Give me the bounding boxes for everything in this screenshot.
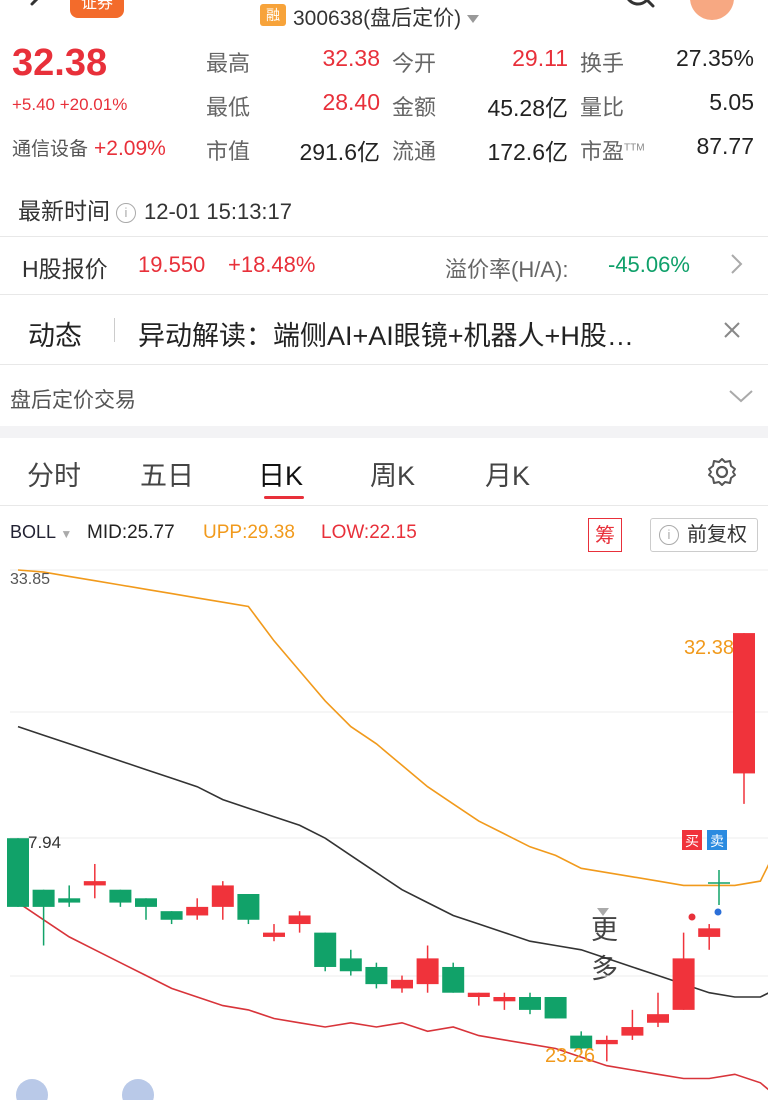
post-trade-label[interactable]: 盘后定价交易 bbox=[10, 384, 136, 414]
candle-body bbox=[83, 881, 106, 886]
back-arrow-icon[interactable] bbox=[24, 0, 48, 14]
broker-badge[interactable]: 证券 bbox=[70, 0, 124, 18]
boll-mid: MID:25.77 bbox=[87, 522, 175, 543]
search-icon[interactable] bbox=[622, 0, 658, 16]
boll-lower-line bbox=[17, 901, 768, 1091]
stat-value: 27.35% bbox=[675, 45, 754, 71]
divider bbox=[0, 236, 768, 237]
period-high-label: 32.38 bbox=[684, 637, 734, 659]
boll-upp: UPP:29.38 bbox=[203, 522, 295, 543]
active-tab-indicator bbox=[264, 496, 304, 499]
buy-marker-label: 买 bbox=[685, 833, 699, 849]
stock-title[interactable]: 300638(盘后定价) bbox=[293, 2, 480, 32]
candle-body bbox=[733, 633, 755, 774]
kline-svg[interactable]: 33.85 7.94 32.38 23.26 买卖 bbox=[0, 560, 768, 1105]
candle-body bbox=[186, 906, 209, 916]
stat-value: 28.40 bbox=[322, 89, 380, 115]
candle-body bbox=[493, 997, 516, 1002]
price-change: +5.40 +20.01% bbox=[12, 95, 128, 114]
latest-time-row: 最新时间 i 12-01 15:13:17 bbox=[18, 198, 293, 224]
candle-body bbox=[109, 889, 132, 903]
stat-value: 5.05 bbox=[709, 89, 754, 115]
tab-five-day[interactable]: 五日 bbox=[140, 454, 194, 493]
stat-value: 45.28亿 bbox=[487, 95, 568, 121]
zoom-in-button bbox=[122, 1079, 154, 1105]
zoom-out-button bbox=[16, 1079, 48, 1105]
stat-value: 291.6亿 bbox=[299, 139, 380, 165]
price-axis-label: 7.94 bbox=[28, 833, 61, 852]
chevron-right-icon[interactable] bbox=[728, 252, 744, 276]
avatar[interactable] bbox=[690, 0, 734, 20]
candle-body bbox=[339, 958, 362, 972]
candle-body bbox=[544, 997, 567, 1019]
tab-intraday[interactable]: 分时 bbox=[27, 454, 81, 493]
gear-icon[interactable] bbox=[706, 456, 738, 488]
chevron-down-icon bbox=[467, 15, 480, 24]
current-price: 32.38 bbox=[12, 42, 108, 84]
adjustment-button[interactable]: i 前复权 bbox=[650, 518, 758, 552]
divider bbox=[0, 294, 768, 295]
candle-body bbox=[32, 889, 55, 907]
indicator-selector[interactable]: BOLL ▼ bbox=[10, 522, 72, 543]
divider bbox=[0, 364, 768, 365]
h-share-label: H股报价 bbox=[22, 256, 108, 282]
divider bbox=[114, 318, 115, 342]
candle-body bbox=[135, 898, 157, 907]
stat-value: 32.38 bbox=[322, 45, 380, 71]
candle-body bbox=[647, 1014, 669, 1023]
section-separator bbox=[0, 426, 768, 438]
sell-marker-label: 卖 bbox=[710, 833, 724, 849]
top-bar: 证券 融 300638(盘后定价) bbox=[0, 0, 768, 36]
news-headline[interactable]: 异动解读：端侧AI+AI眼镜+机器人+H股… bbox=[138, 314, 634, 353]
premium-value: -45.06% bbox=[608, 252, 690, 277]
boll-mid-line bbox=[17, 725, 768, 998]
candle-body bbox=[263, 932, 285, 937]
candle-body bbox=[365, 966, 388, 985]
candle-body bbox=[698, 928, 721, 937]
period-low-label: 23.26 bbox=[545, 1045, 595, 1067]
divider bbox=[0, 505, 768, 506]
candle-body bbox=[7, 838, 29, 907]
tab-monthly-k[interactable]: 月K bbox=[485, 454, 530, 493]
kline-chart[interactable]: 33.85 7.94 32.38 23.26 买卖 bbox=[0, 560, 768, 1105]
candle-body bbox=[467, 992, 490, 998]
margin-badge: 融 bbox=[260, 4, 286, 26]
candle-body bbox=[442, 966, 465, 993]
candle-body bbox=[160, 911, 183, 920]
close-icon[interactable] bbox=[722, 320, 742, 340]
tab-weekly-k[interactable]: 周K bbox=[370, 454, 415, 493]
stat-value: 172.6亿 bbox=[487, 139, 568, 165]
candle-body bbox=[237, 894, 260, 920]
candle-body bbox=[519, 997, 541, 1010]
info-icon[interactable]: i bbox=[116, 202, 136, 223]
h-share-change: +18.48% bbox=[228, 252, 316, 277]
tab-daily-k[interactable]: 日K bbox=[258, 454, 303, 493]
stat-value: 87.77 bbox=[696, 133, 754, 159]
price-axis-top-label: 33.85 bbox=[10, 571, 50, 588]
candle-body bbox=[672, 958, 695, 1010]
sector-info[interactable]: 通信设备 +2.09% bbox=[12, 134, 166, 161]
candle-body bbox=[621, 1027, 644, 1036]
stat-value: 29.11 bbox=[512, 45, 568, 71]
candle-body bbox=[391, 979, 413, 989]
candle-body bbox=[211, 885, 234, 907]
chevron-down-icon[interactable] bbox=[728, 388, 754, 404]
premium-label: 溢价率(H/A): bbox=[445, 257, 569, 282]
trade-dot bbox=[714, 908, 722, 916]
trade-dot bbox=[688, 913, 696, 921]
news-tag[interactable]: 动态 bbox=[28, 314, 82, 353]
candle-body bbox=[58, 898, 81, 903]
candle-body bbox=[595, 1039, 618, 1045]
candle-body bbox=[288, 915, 311, 925]
h-share-price: 19.550 bbox=[138, 252, 206, 277]
boll-low: LOW:22.15 bbox=[321, 522, 417, 543]
candle-body bbox=[416, 958, 439, 985]
info-icon: i bbox=[659, 525, 679, 545]
candle-body bbox=[314, 932, 337, 967]
chip-distribution-button[interactable]: 筹 bbox=[588, 518, 622, 552]
